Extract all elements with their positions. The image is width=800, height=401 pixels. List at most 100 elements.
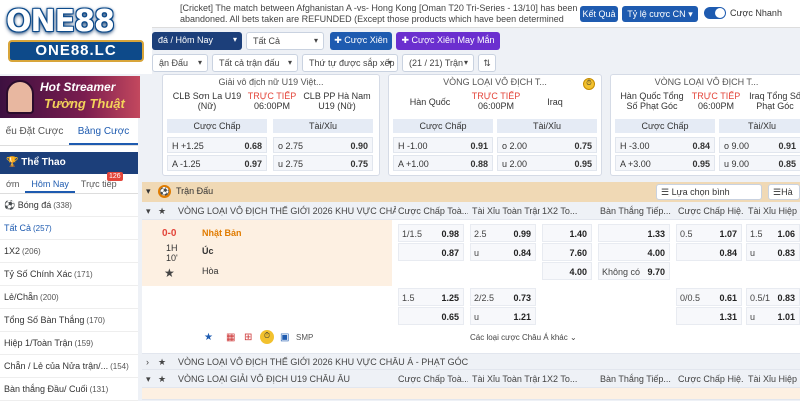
odds-cell[interactable]: 1.40 <box>542 224 592 242</box>
extra-select[interactable]: ☰Hà <box>768 184 800 200</box>
promo-banner[interactable]: Hot Streamer Tường Thuật <box>0 76 140 118</box>
odds-cell[interactable]: 1.5 1.06 <box>746 224 800 242</box>
result-button[interactable]: Kết Quả <box>580 6 618 22</box>
sort-select[interactable]: Thứ tự được sắp xếp ▾ <box>302 54 398 72</box>
sidebar-item-odd-even[interactable]: Lẻ/Chẵn (200) <box>0 286 138 309</box>
sports-section-header[interactable]: 🏆 Thể Thao <box>0 152 138 174</box>
league-header-row[interactable]: ▾ ★ VÒNG LOẠI VÔ ĐỊCH THẾ GIỚI 2026 KHU … <box>142 202 800 220</box>
timer-icon[interactable]: ⏱ <box>260 330 274 344</box>
odds-value: 0.87 <box>441 248 459 258</box>
match-card[interactable]: Giải vô địch nữ U19 Việt... CLB Sơn La U… <box>162 74 380 176</box>
period-selector[interactable]: đá / Hôm Nay ▾ <box>152 32 242 50</box>
odds-cell[interactable]: 7.60 <box>542 243 592 261</box>
odds-cell[interactable]: u 1.01 <box>746 307 800 325</box>
star-icon[interactable]: ★ <box>158 203 166 219</box>
sidebar-item-half-odd-even[interactable]: Chẵn / Lẻ của Nửa trận/... (154) <box>0 355 138 378</box>
star-icon[interactable]: ★ <box>204 332 213 344</box>
odds-cell[interactable]: 0.5 1.07 <box>676 224 742 242</box>
quick-bet-toggle[interactable] <box>704 7 726 19</box>
top-bar: [Cricket] The match between Afghanistan … <box>152 0 800 28</box>
odds-cell[interactable]: o 2.00 0.75 <box>497 137 597 153</box>
col-header-handicap: Cược Chấp Toà... <box>398 374 468 384</box>
odds-cell[interactable]: 4.00 <box>542 262 592 280</box>
odds-cell[interactable]: 0.65 <box>398 307 464 325</box>
match-type-select[interactable]: Tất cả trận đấu ▾ <box>212 54 298 72</box>
odds-cell[interactable]: H -1.00 0.91 <box>393 137 493 153</box>
card-live-status: TRỰC TIẾP <box>691 91 741 101</box>
card-handicap-header: Cược Chấp <box>167 119 267 133</box>
subtab-today[interactable]: Hôm Nay <box>25 174 75 193</box>
sidebar-item-football[interactable]: ⚽ Bóng đá (338) <box>0 194 138 217</box>
sidebar-item-total-goals[interactable]: Tổng Số Bàn Thắng (170) <box>0 309 138 332</box>
view-mode-select[interactable]: ☰ Lựa chọn bình thường ▾ <box>656 184 762 211</box>
more-asian-bets-link[interactable]: Các loại cược Châu Á khác ⌄ <box>470 332 577 344</box>
star-icon[interactable]: ★ <box>164 266 175 280</box>
sidebar-item-correct-score[interactable]: Tỷ Số Chính Xác (171) <box>0 263 138 286</box>
tab-bet-slip[interactable]: ếu Đặt Cược <box>0 118 69 145</box>
odds-format-select[interactable]: Tỷ lệ cược CN ▾ <box>622 6 698 22</box>
match-card[interactable]: VÒNG LOẠI VÔ ĐỊCH T... Hàn Quốc Tổng Số … <box>610 74 800 176</box>
tab-bet-list[interactable]: Bảng Cược <box>69 118 138 145</box>
odds-cell[interactable]: 0.84 <box>676 243 742 261</box>
odds-value: 0.84 <box>719 248 737 258</box>
odds-cell[interactable]: 1.31 <box>676 307 742 325</box>
odds-cell[interactable]: 2.5 0.99 <box>470 224 536 242</box>
odds-cell[interactable]: u 0.83 <box>746 243 800 261</box>
odds-cell[interactable]: H -3.00 0.84 <box>615 137 715 153</box>
page-select[interactable]: (21 / 21) Trận ▾ <box>402 54 474 72</box>
odds-cell[interactable]: A +1.00 0.88 <box>393 155 493 171</box>
odds-cell[interactable]: H +1.25 0.68 <box>167 137 267 153</box>
star-icon[interactable]: ★ <box>158 354 166 370</box>
sidebar-item-all[interactable]: Tất Cả (257) <box>0 217 138 240</box>
odds-cell[interactable]: u 2.75 0.75 <box>273 155 373 171</box>
odds-cell[interactable]: 4.00 <box>598 243 670 261</box>
odds-cell[interactable]: 0.5/1 0.83 <box>746 288 800 306</box>
sidebar-item-ht-ft[interactable]: Hiệp 1/Toàn Trận (159) <box>0 332 138 355</box>
odds-cell[interactable]: o 2.75 0.90 <box>273 137 373 153</box>
stats-icon[interactable]: ▦ <box>226 332 235 344</box>
home-team-name[interactable]: Nhật Bản <box>202 228 242 238</box>
odds-cell[interactable]: 1.5 1.25 <box>398 288 464 306</box>
col-header-next-goal: Bàn Thắng Tiếp... <box>600 374 671 384</box>
match-type-value: Tất cả trận đấu <box>219 58 280 68</box>
trophy-icon: 🏆 <box>6 157 22 168</box>
odds-value: 0.88 <box>470 159 488 169</box>
match-card[interactable]: VÒNG LOẠI VÔ ĐỊCH T... ⏱ Hàn Quốc TRỰC T… <box>388 74 602 176</box>
odds-cell[interactable]: 1.33 <box>598 224 670 242</box>
odds-cell[interactable]: A -1.25 0.97 <box>167 155 267 171</box>
odds-cell[interactable]: u 9.00 0.85 <box>719 155 800 171</box>
site-logo[interactable]: ONE88 ONE88.LC <box>0 0 152 74</box>
odds-value: 0.83 <box>777 293 795 303</box>
sidebar-item-first-last-goal[interactable]: Bàn thắng Đầu/ Cuối (131) <box>0 378 138 401</box>
odds-cell[interactable]: Không có 9.70 <box>598 262 670 280</box>
lucky-combo-button[interactable]: ✚ Cược Xiên May Mắn <box>396 32 500 50</box>
odds-cell[interactable]: u 1.21 <box>470 307 536 325</box>
league-header-row[interactable]: › ★ VÒNG LOẠI VÔ ĐỊCH THẾ GIỚI 2026 KHU … <box>142 354 800 370</box>
odds-cell[interactable]: 0/0.5 0.61 <box>676 288 742 306</box>
chevron-down-icon[interactable]: ▾ <box>146 186 151 197</box>
odds-cell[interactable]: o 9.00 0.91 <box>719 137 800 153</box>
filter-all-select[interactable]: Tất Cả ▾ <box>246 32 324 50</box>
subtab-early[interactable]: ớm <box>0 174 25 193</box>
odds-cell[interactable]: 2/2.5 0.73 <box>470 288 536 306</box>
video-icon[interactable]: ▣ <box>280 332 289 344</box>
start-time-select[interactable]: ận Đấu ▾ <box>152 54 208 72</box>
league-header-row[interactable]: ▾ ★ VÒNG LOẠI GIẢI VÔ ĐỊCH U19 CHÂU ÂU C… <box>142 370 800 388</box>
sort-order-button[interactable]: ⇅ <box>478 54 496 72</box>
smp-link[interactable]: SMP <box>296 332 313 344</box>
odds-cell[interactable]: 0.87 <box>398 243 464 261</box>
col-header-next-goal: Bàn Thắng Tiếp... <box>600 206 671 216</box>
odds-cell[interactable]: 1/1.5 0.98 <box>398 224 464 242</box>
away-team-name[interactable]: Úc <box>202 246 214 256</box>
field-icon[interactable]: ⊞ <box>244 332 252 344</box>
subtab-live[interactable]: Trực tiếp 126 <box>75 172 123 193</box>
sidebar-item-1x2[interactable]: 1X2 (206) <box>0 240 138 263</box>
star-icon[interactable]: ★ <box>158 371 166 387</box>
odds-cell[interactable]: u 2.00 0.95 <box>497 155 597 171</box>
odds-cell[interactable]: u 0.84 <box>470 243 536 261</box>
combo-bet-button[interactable]: ✚ Cược Xiên <box>330 32 392 50</box>
odds-cell[interactable]: A +3.00 0.95 <box>615 155 715 171</box>
odds-value: 1.07 <box>719 229 737 239</box>
odds-value: 0.98 <box>441 229 459 239</box>
odds-key: u <box>474 248 480 258</box>
